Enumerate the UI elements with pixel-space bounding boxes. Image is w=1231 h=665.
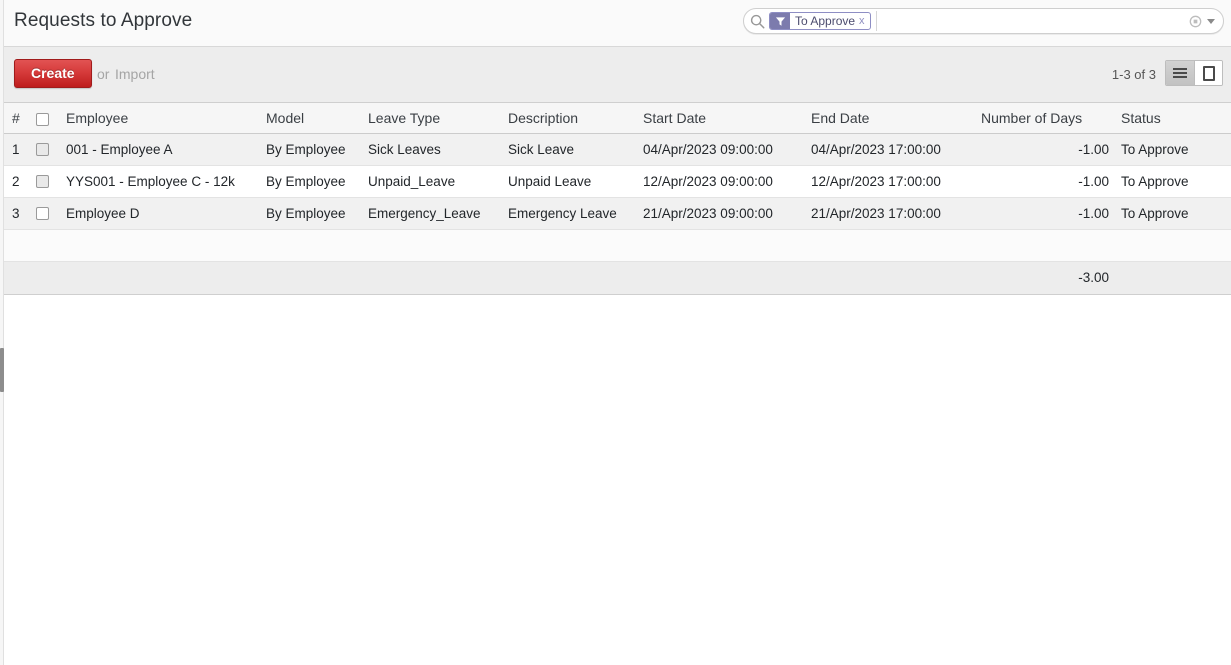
cell-description: Unpaid Leave	[502, 165, 637, 198]
chevron-down-icon[interactable]	[1207, 18, 1215, 24]
empty-cell	[4, 229, 30, 262]
empty-cell	[975, 229, 1115, 262]
cell-leave-type: Sick Leaves	[362, 133, 502, 166]
cell-employee: YYS001 - Employee C - 12k	[60, 165, 260, 198]
search-view[interactable]: To Approve x	[743, 8, 1224, 34]
table-row[interactable]: 3 Employee D By Employee Emergency_Leave…	[4, 197, 1231, 230]
footer-total-number-of-days: -3.00	[975, 260, 1115, 295]
footer-cell	[4, 260, 30, 295]
records-table: # Employee Model Leave Type Description …	[4, 103, 1231, 295]
table-footer-row: -3.00	[4, 260, 1231, 295]
top-bar: Requests to Approve To Approve x	[4, 0, 1231, 47]
form-view-icon	[1202, 65, 1215, 81]
search-actions	[1189, 15, 1219, 28]
footer-cell	[362, 260, 502, 295]
cell-end-date: 12/Apr/2023 17:00:00	[805, 165, 975, 198]
footer-cell	[1115, 260, 1231, 295]
cell-select[interactable]	[30, 133, 60, 166]
row-checkbox[interactable]	[36, 207, 49, 221]
cell-end-date: 21/Apr/2023 17:00:00	[805, 197, 975, 230]
import-link[interactable]: Import	[115, 66, 155, 82]
footer-cell	[637, 260, 805, 295]
filter-funnel-icon	[770, 13, 790, 29]
list-view-button[interactable]	[1166, 61, 1194, 85]
action-band: Create or Import 1-3 of 3	[4, 47, 1231, 103]
form-view-button[interactable]	[1194, 61, 1222, 85]
cell-status: To Approve	[1115, 165, 1231, 198]
column-header-end-date[interactable]: End Date	[805, 103, 975, 134]
cell-number-of-days: -1.00	[975, 165, 1115, 198]
view-switcher	[1165, 60, 1223, 86]
page-title: Requests to Approve	[14, 10, 193, 31]
cell-leave-type: Unpaid_Leave	[362, 165, 502, 198]
column-header-employee[interactable]: Employee	[60, 103, 260, 134]
table-row[interactable]: 2 YYS001 - Employee C - 12k By Employee …	[4, 165, 1231, 198]
cell-number: 3	[4, 197, 30, 230]
column-header-description[interactable]: Description	[502, 103, 637, 134]
empty-cell	[1115, 229, 1231, 262]
cell-model: By Employee	[260, 133, 362, 166]
search-facet-label: To Approve	[795, 14, 856, 28]
column-header-select-all[interactable]	[30, 103, 60, 134]
list-view-icon	[1173, 66, 1187, 80]
footer-cell	[805, 260, 975, 295]
column-header-start-date[interactable]: Start Date	[637, 103, 805, 134]
or-label: or	[97, 66, 110, 82]
cell-status: To Approve	[1115, 133, 1231, 166]
empty-cell	[30, 229, 60, 262]
footer-cell	[60, 260, 260, 295]
empty-cell	[260, 229, 362, 262]
empty-cell	[60, 229, 260, 262]
table-empty-row	[4, 229, 1231, 262]
create-button[interactable]: Create	[14, 59, 92, 88]
cell-start-date: 04/Apr/2023 09:00:00	[637, 133, 805, 166]
footer-cell	[30, 260, 60, 295]
search-facet-remove-icon[interactable]: x	[859, 13, 870, 29]
pager-label[interactable]: 1-3 of 3	[1112, 67, 1156, 82]
cell-number-of-days: -1.00	[975, 197, 1115, 230]
column-header-leave-type[interactable]: Leave Type	[362, 103, 502, 134]
row-checkbox[interactable]	[36, 175, 49, 189]
column-header-status[interactable]: Status	[1115, 103, 1231, 134]
cell-select[interactable]	[30, 165, 60, 198]
empty-cell	[805, 229, 975, 262]
row-checkbox[interactable]	[36, 143, 49, 157]
footer-cell	[502, 260, 637, 295]
cell-number-of-days: -1.00	[975, 133, 1115, 166]
list-view: # Employee Model Leave Type Description …	[4, 103, 1231, 665]
footer-cell	[260, 260, 362, 295]
search-icon	[750, 14, 765, 28]
empty-cell	[637, 229, 805, 262]
table-header-row: # Employee Model Leave Type Description …	[4, 103, 1231, 134]
empty-cell	[362, 229, 502, 262]
cell-number: 1	[4, 133, 30, 166]
search-facet-to-approve[interactable]: To Approve x	[769, 12, 871, 30]
cell-start-date: 21/Apr/2023 09:00:00	[637, 197, 805, 230]
cell-model: By Employee	[260, 197, 362, 230]
cell-start-date: 12/Apr/2023 09:00:00	[637, 165, 805, 198]
cell-status: To Approve	[1115, 197, 1231, 230]
odoo-list-screen: Requests to Approve To Approve x Create …	[0, 0, 1231, 665]
search-input[interactable]	[875, 11, 1189, 31]
cell-number: 2	[4, 165, 30, 198]
cell-leave-type: Emergency_Leave	[362, 197, 502, 230]
column-header-number[interactable]: #	[4, 103, 30, 134]
clear-icon[interactable]	[1189, 15, 1202, 28]
empty-cell	[502, 229, 637, 262]
column-header-number-of-days[interactable]: Number of Days	[975, 103, 1115, 134]
cell-employee: Employee D	[60, 197, 260, 230]
cell-select[interactable]	[30, 197, 60, 230]
cell-employee: 001 - Employee A	[60, 133, 260, 166]
cell-model: By Employee	[260, 165, 362, 198]
table-row[interactable]: 1 001 - Employee A By Employee Sick Leav…	[4, 133, 1231, 166]
column-header-model[interactable]: Model	[260, 103, 362, 134]
select-all-checkbox[interactable]	[36, 112, 49, 126]
cell-description: Emergency Leave	[502, 197, 637, 230]
cell-description: Sick Leave	[502, 133, 637, 166]
cell-end-date: 04/Apr/2023 17:00:00	[805, 133, 975, 166]
